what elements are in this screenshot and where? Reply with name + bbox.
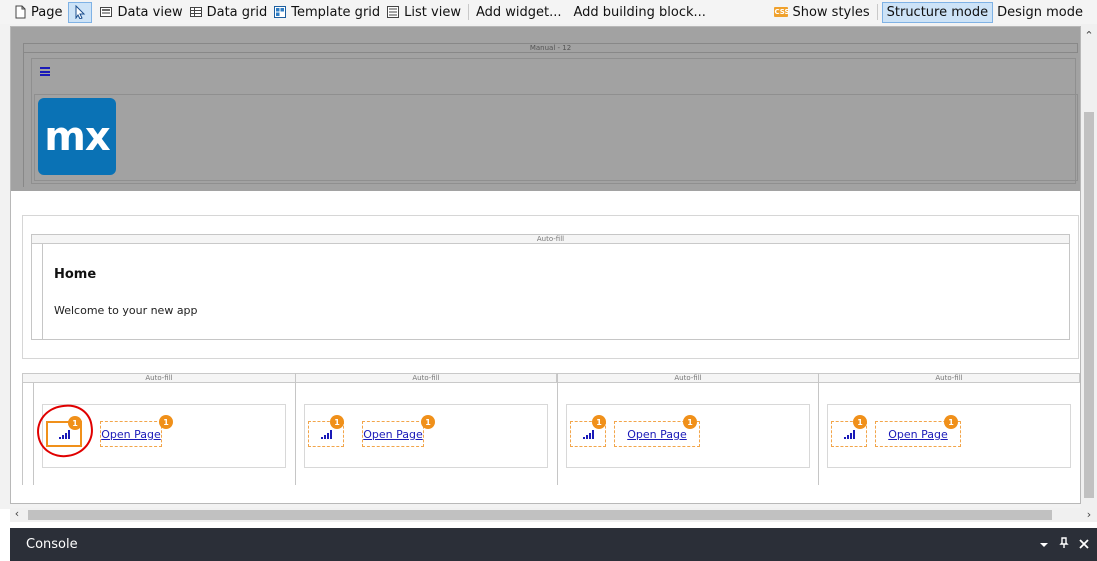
warning-badge[interactable]: 1: [159, 415, 173, 429]
console-controls: [1039, 537, 1089, 552]
select-pointer-button[interactable]: [68, 1, 93, 23]
mendix-logo: mx: [38, 98, 116, 175]
warning-badge[interactable]: 1: [944, 415, 958, 429]
console-title: Console: [26, 537, 78, 552]
template-grid-icon: [273, 5, 287, 19]
design-mode-label: Design mode: [997, 4, 1083, 20]
signal-icon: [582, 429, 594, 439]
manual-column-bar: Manual - 12: [23, 43, 1078, 53]
warning-badge[interactable]: 1: [683, 415, 697, 429]
pointer-icon: [75, 5, 86, 19]
console-panel: Console: [10, 528, 1097, 561]
data-grid-button[interactable]: Data grid: [186, 1, 271, 23]
data-view-button[interactable]: Data view: [96, 1, 185, 23]
add-widget-button[interactable]: Add widget...: [473, 1, 565, 23]
open-page-link-widget-2[interactable]: Open Page: [362, 421, 424, 447]
home-column: [42, 244, 1070, 340]
list-view-icon: [386, 5, 400, 19]
open-page-link[interactable]: Open Page: [888, 428, 948, 441]
show-styles-button[interactable]: CSS Show styles: [771, 1, 872, 23]
page-canvas: Manual - 12 mx Auto-fill Home Welcome to…: [10, 26, 1081, 504]
logo-container: [34, 94, 1078, 181]
page-icon: [13, 5, 27, 19]
open-page-link-widget-1[interactable]: Open Page: [100, 421, 162, 447]
list-view-button[interactable]: List view: [383, 1, 464, 23]
page-title: Home: [54, 267, 97, 282]
grid-autofill-bar-1: Auto-fill: [22, 373, 296, 383]
layout-region: Manual - 12 mx: [11, 27, 1080, 191]
add-building-block-button[interactable]: Add building block...: [571, 1, 709, 23]
scroll-up-icon[interactable]: ⌃: [1081, 28, 1097, 44]
structure-mode-label: Structure mode: [886, 4, 989, 20]
dropdown-icon[interactable]: [1039, 538, 1049, 552]
grid-autofill-bar-4: Auto-fill: [818, 373, 1080, 383]
show-styles-label: Show styles: [792, 4, 870, 20]
open-page-link[interactable]: Open Page: [627, 428, 687, 441]
data-grid-label: Data grid: [206, 4, 268, 20]
design-mode-button[interactable]: Design mode: [993, 2, 1087, 23]
template-grid-label: Template grid: [291, 4, 381, 20]
warning-badge[interactable]: 1: [421, 415, 435, 429]
vertical-scroll-thumb[interactable]: [1084, 112, 1094, 498]
data-view-label: Data view: [117, 4, 183, 20]
grid-row-handle: [22, 383, 34, 485]
data-grid-icon: [189, 5, 203, 19]
scroll-right-icon[interactable]: ›: [1081, 508, 1097, 522]
close-icon[interactable]: [1079, 538, 1089, 552]
vertical-scrollbar[interactable]: ⌃: [1081, 24, 1097, 509]
add-building-block-label: Add building block...: [573, 4, 706, 20]
open-page-link[interactable]: Open Page: [363, 428, 423, 441]
horizontal-scroll-thumb[interactable]: [28, 510, 1052, 520]
toolbar-divider: [467, 4, 469, 20]
grid-column-divider: [818, 373, 819, 485]
hamburger-menu-icon[interactable]: [40, 67, 50, 76]
list-view-label: List view: [404, 4, 461, 20]
pin-icon[interactable]: [1059, 537, 1069, 552]
page-button-label: Page: [31, 4, 63, 20]
open-page-link[interactable]: Open Page: [101, 428, 161, 441]
signal-icon: [843, 429, 855, 439]
toolbar-divider: [876, 4, 878, 20]
template-grid-button[interactable]: Template grid: [270, 1, 383, 23]
grid-column-divider: [557, 373, 558, 485]
warning-badge[interactable]: 1: [330, 415, 344, 429]
horizontal-scrollbar[interactable]: ‹: [10, 507, 1081, 522]
grid-column-divider: [295, 373, 296, 485]
warning-badge[interactable]: 1: [853, 415, 867, 429]
grid-autofill-bar-2: Auto-fill: [295, 373, 557, 383]
page-toolbar: Page Data view Data grid Template grid L…: [0, 0, 1097, 24]
css-icon: CSS: [774, 7, 790, 17]
structure-mode-button[interactable]: Structure mode: [881, 1, 994, 23]
add-widget-label: Add widget...: [475, 4, 562, 20]
page-editor: Page Data view Data grid Template grid L…: [0, 0, 1097, 561]
scroll-left-icon[interactable]: ‹: [10, 507, 24, 521]
page-button[interactable]: Page: [10, 1, 65, 23]
welcome-text: Welcome to your new app: [54, 304, 198, 317]
data-view-icon: [99, 5, 113, 19]
toolbar-right-group: CSS Show styles Structure mode Design mo…: [771, 1, 1097, 23]
warning-badge[interactable]: 1: [592, 415, 606, 429]
grid-autofill-bar-3: Auto-fill: [557, 373, 819, 383]
signal-icon: [320, 429, 332, 439]
